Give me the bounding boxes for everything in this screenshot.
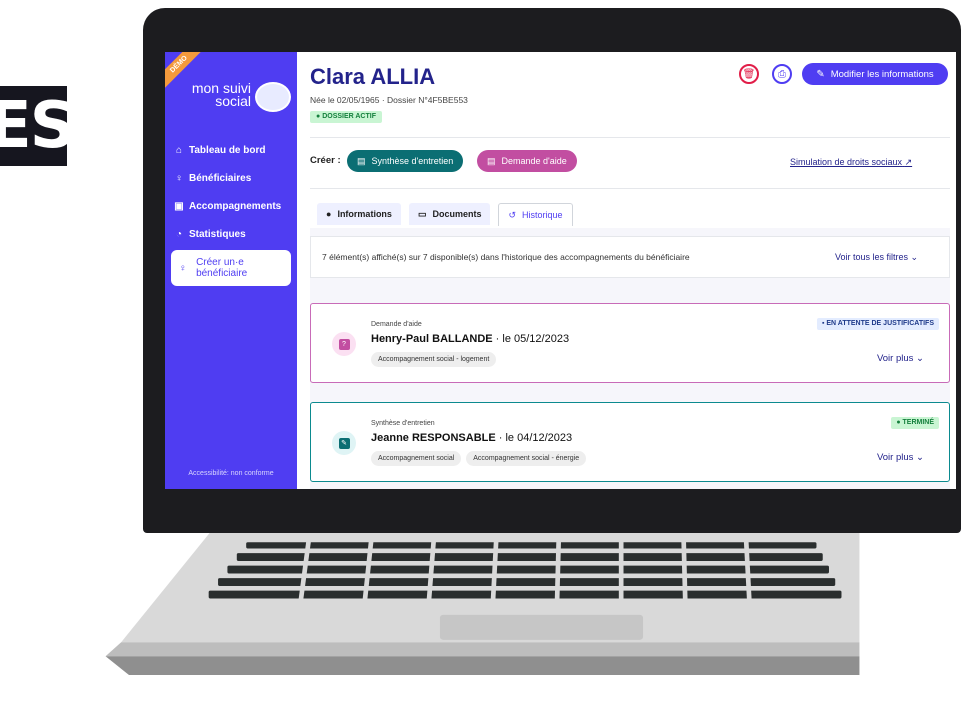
- tag: Accompagnement social - logement: [371, 352, 497, 367]
- history-card: ✎ Synthèse d'entretien Jeanne RESPONSABL…: [310, 402, 950, 482]
- chevron-down-icon: ⌄: [916, 452, 924, 463]
- delete-button[interactable]: 🗑: [739, 64, 759, 84]
- create-synthesis-label: Synthèse d'entretien: [371, 156, 454, 166]
- tab-historique[interactable]: ↺ Historique: [498, 203, 573, 226]
- create-bar-label: Créer :: [310, 155, 341, 166]
- simulation-link[interactable]: Simulation de droits sociaux ↗: [790, 157, 912, 168]
- show-filters-link[interactable]: Voir tous les filtres ⌄: [835, 252, 918, 263]
- card-tags: Accompagnement social Accompagnement soc…: [371, 451, 591, 466]
- pie-chart-icon: ◔: [175, 228, 183, 240]
- printer-icon: ⎙: [778, 68, 786, 80]
- history-panel: 7 élément(s) affiché(s) sur 7 disponible…: [310, 228, 950, 489]
- create-synthesis-button[interactable]: ▤ Synthèse d'entretien: [347, 150, 464, 172]
- calendar-icon: ▣: [174, 200, 184, 212]
- sidebar-item-label: Statistiques: [189, 228, 246, 240]
- tab-informations[interactable]: ● Informations: [317, 203, 401, 225]
- document-icon: ▤: [357, 155, 366, 166]
- status-badge: ● TERMINÉ: [891, 417, 939, 429]
- help-request-icon: ?: [332, 332, 356, 356]
- laptop-base: [105, 531, 860, 675]
- sidebar-item-followups[interactable]: ▣ Accompagnements: [173, 192, 293, 220]
- pencil-icon: ✎: [816, 68, 825, 80]
- background-letters: ES: [0, 86, 67, 166]
- create-beneficiary-button[interactable]: ♀ Créer un·e bénéficiaire: [171, 250, 291, 286]
- add-user-icon: ♀: [179, 262, 187, 274]
- edit-info-label: Modifier les informations: [830, 68, 934, 80]
- print-button[interactable]: ⎙: [772, 64, 792, 84]
- app-screen: DÉMO mon suivi social ⌂ Tableau de bord …: [165, 52, 956, 489]
- show-more-link[interactable]: Voir plus ⌄: [877, 353, 924, 364]
- app-logo[interactable]: mon suivi social: [175, 80, 293, 120]
- history-filter-bar: 7 élément(s) affiché(s) sur 7 disponible…: [310, 236, 950, 278]
- sidebar-item-dashboard[interactable]: ⌂ Tableau de bord: [173, 136, 293, 164]
- chevron-down-icon: ⌄: [910, 252, 919, 262]
- info-icon: ●: [326, 209, 332, 219]
- logo-text: mon suivi social: [191, 80, 251, 109]
- history-card: ? Demande d'aide Henry-Paul BALLANDE · l…: [310, 303, 950, 383]
- edit-info-button[interactable]: ✎ Modifier les informations: [802, 63, 948, 85]
- status-badge: ▪ EN ATTENTE DE JUSTIFICATIFS: [816, 318, 939, 330]
- beneficiary-meta: Née le 02/05/1965 · Dossier N°4F5BE553: [310, 95, 468, 105]
- tag: Accompagnement social - énergie: [466, 451, 587, 466]
- sidebar: DÉMO mon suivi social ⌂ Tableau de bord …: [165, 52, 297, 489]
- main-content: Clara ALLIA Née le 02/05/1965 · Dossier …: [297, 52, 956, 489]
- synthesis-icon: ✎: [332, 431, 356, 455]
- show-more-link[interactable]: Voir plus ⌄: [877, 452, 924, 463]
- card-title: Jeanne RESPONSABLE · le 04/12/2023: [371, 432, 573, 444]
- external-link-icon: ↗: [904, 157, 913, 167]
- status-badge: ● DOSSIER ACTIF: [310, 111, 382, 123]
- sidebar-item-label: Accompagnements: [189, 200, 282, 212]
- card-type: Synthèse d'entretien: [371, 420, 435, 427]
- folder-icon: ▭: [417, 208, 427, 219]
- tab-documents[interactable]: ▭ Documents: [408, 203, 491, 225]
- create-help-request-label: Demande d'aide: [501, 156, 567, 166]
- card-type: Demande d'aide: [371, 321, 422, 328]
- page-title: Clara ALLIA: [310, 64, 436, 89]
- chevron-down-icon: ⌄: [916, 353, 924, 364]
- accessibility-link[interactable]: Accessibilité: non conforme: [165, 470, 297, 477]
- create-help-request-button[interactable]: ▤ Demande d'aide: [477, 150, 577, 172]
- trash-icon: 🗑: [742, 68, 756, 80]
- speech-bubble-icon: [255, 82, 291, 112]
- card-tags: Accompagnement social - logement: [371, 352, 501, 367]
- document-icon: ▤: [487, 155, 496, 166]
- sidebar-item-beneficiaries[interactable]: ♀ Bénéficiaires: [173, 164, 293, 192]
- sidebar-item-statistics[interactable]: ◔ Statistiques: [173, 220, 293, 248]
- create-beneficiary-label: Créer un·e bénéficiaire: [196, 257, 248, 279]
- sidebar-item-label: Tableau de bord: [189, 144, 266, 156]
- sidebar-item-label: Bénéficiaires: [189, 172, 252, 184]
- sidebar-nav: ⌂ Tableau de bord ♀ Bénéficiaires ▣ Acco…: [173, 136, 293, 248]
- divider: [310, 137, 950, 138]
- history-summary: 7 élément(s) affiché(s) sur 7 disponible…: [322, 252, 690, 262]
- home-icon: ⌂: [175, 144, 183, 156]
- history-icon: ↺: [508, 209, 517, 220]
- card-title: Henry-Paul BALLANDE · le 05/12/2023: [371, 333, 570, 345]
- tag: Accompagnement social: [371, 451, 462, 466]
- divider: [310, 188, 950, 189]
- tab-bar: ● Informations ▭ Documents ↺ Historique: [317, 203, 581, 226]
- user-icon: ♀: [175, 172, 183, 184]
